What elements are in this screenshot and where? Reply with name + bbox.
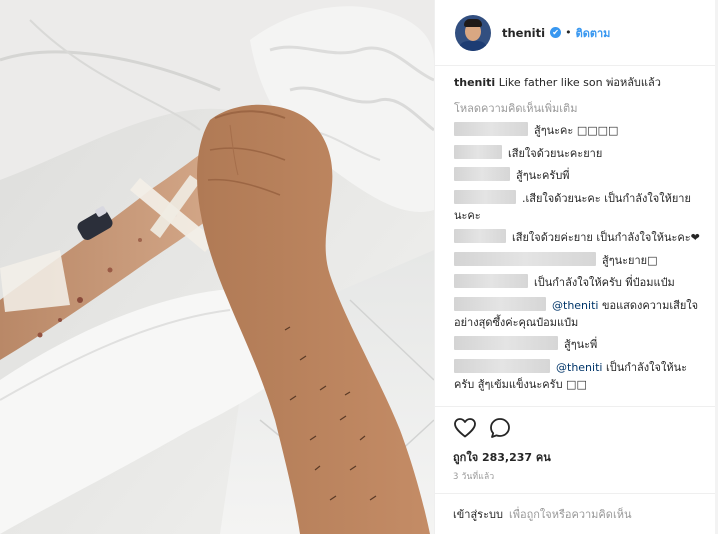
likes-count[interactable]: ถูกใจ 283,237 คน bbox=[453, 448, 698, 464]
comments-list: theniti Like father like son พ่อหลับแล้ว… bbox=[454, 74, 704, 398]
login-link[interactable]: เข้าสู่ระบบ bbox=[453, 505, 503, 523]
separator-dot: • bbox=[565, 26, 572, 39]
post-side-panel: theniti ✔ • ติดตาม theniti Like father l… bbox=[434, 0, 718, 534]
comment-item: เสียใจด้วยนะคะยาย bbox=[454, 144, 704, 162]
hands-photo-illustration bbox=[0, 0, 434, 534]
comment-text: สู้ๆนะครับพี่ bbox=[516, 169, 570, 182]
blurred-commenter-username[interactable] bbox=[454, 274, 528, 288]
post-caption: theniti Like father like son พ่อหลับแล้ว bbox=[454, 74, 704, 92]
comment-text: เสียใจด้วยนะคะยาย bbox=[508, 146, 603, 160]
post-actions: ถูกใจ 283,237 คน 3 วันที่แล้ว bbox=[435, 406, 716, 483]
follow-button[interactable]: ติดตาม bbox=[576, 24, 611, 42]
comment-item: สู้ๆนะครับพี่ bbox=[454, 167, 704, 184]
username-link[interactable]: theniti bbox=[502, 26, 545, 40]
comment-item: สู้ๆนะยาย□ bbox=[454, 251, 704, 269]
blurred-commenter-username[interactable] bbox=[454, 167, 510, 181]
comment-text: เสียใจด้วยค่ะยาย เป็นกำลังใจให้นะคะ❤ bbox=[512, 231, 700, 244]
caption-text: Like father like son พ่อหลับแล้ว bbox=[498, 76, 661, 89]
heart-icon[interactable] bbox=[453, 416, 477, 440]
avatar[interactable] bbox=[455, 14, 491, 51]
blurred-commenter-username[interactable] bbox=[454, 336, 558, 350]
verified-badge-icon: ✔ bbox=[550, 27, 562, 38]
comment-mention-link[interactable]: @theniti bbox=[556, 361, 602, 374]
comment-item: .เสียใจด้วยนะคะ เป็นกำลังใจให้ยายนะคะ bbox=[454, 189, 704, 224]
comment-mention-link[interactable]: @theniti bbox=[552, 299, 598, 312]
blurred-commenter-username[interactable] bbox=[454, 251, 596, 266]
blurred-commenter-username[interactable] bbox=[454, 358, 550, 373]
load-more-comments-button[interactable]: โหลดความคิดเห็นเพิ่มเติม bbox=[454, 101, 704, 117]
comment-item: @theniti เป็นกำลังใจให้นะครับ สู้ๆเข้มแข… bbox=[454, 358, 704, 393]
comment-text: สู้ๆนะยาย□ bbox=[602, 253, 658, 267]
blurred-commenter-username[interactable] bbox=[454, 144, 502, 159]
login-to-comment-bar: เข้าสู่ระบบ เพื่อถูกใจหรือความคิดเห็น bbox=[435, 493, 716, 534]
comment-item: เป็นกำลังใจให้ครับ พี่ป๋อมแป๋ม bbox=[454, 274, 704, 291]
comment-text: สู้ๆนะคะ □□□□ bbox=[534, 124, 619, 137]
caption-username[interactable]: theniti bbox=[454, 76, 495, 89]
comment-text: สู้ๆนะพี่ bbox=[564, 338, 598, 351]
post-timestamp: 3 วันที่แล้ว bbox=[453, 472, 495, 482]
blurred-commenter-username[interactable] bbox=[454, 122, 528, 136]
blurred-commenter-username[interactable] bbox=[454, 189, 516, 204]
login-prompt-text: เพื่อถูกใจหรือความคิดเห็น bbox=[508, 508, 632, 521]
comment-item: สู้ๆนะคะ □□□□ bbox=[454, 122, 704, 139]
comment-text: เป็นกำลังใจให้ครับ พี่ป๋อมแป๋ม bbox=[534, 276, 675, 289]
comment-icon[interactable] bbox=[488, 416, 512, 440]
comment-item: @theniti ขอแสดงความเสียใจอย่างสุดซึ้งค่ะ… bbox=[454, 296, 704, 331]
post-photo[interactable] bbox=[0, 0, 434, 534]
blurred-commenter-username[interactable] bbox=[454, 229, 506, 243]
blurred-commenter-username[interactable] bbox=[454, 296, 546, 311]
comment-item: สู้ๆนะพี่ bbox=[454, 336, 704, 353]
post-header: theniti ✔ • ติดตาม bbox=[435, 0, 716, 66]
comment-item: เสียใจด้วยค่ะยาย เป็นกำลังใจให้นะคะ❤ bbox=[454, 229, 704, 246]
